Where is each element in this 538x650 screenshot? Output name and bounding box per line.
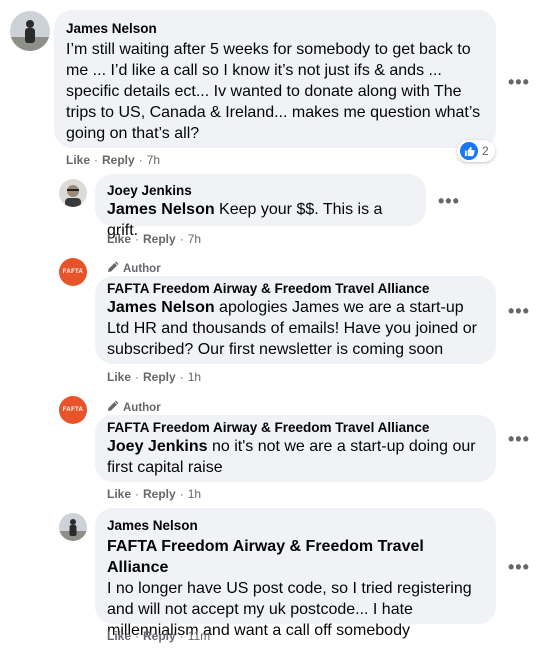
author-badge: Author [107,400,161,415]
reply-button[interactable]: Reply [143,370,176,384]
reply-bubble: James Nelson FAFTA Freedom Airway & Free… [95,508,496,639]
like-reaction-icon [460,142,478,160]
author-badge-label: Author [123,262,161,275]
mention[interactable]: Joey Jenkins [107,438,208,455]
pencil-icon [107,261,119,276]
more-options-icon[interactable]: ••• [508,557,530,578]
reply-timestamp[interactable]: 7h [188,232,201,246]
author-badge: Author [107,261,161,276]
reply-bubble: FAFTA Freedom Airway & Freedom Travel Al… [95,415,496,482]
comment-actions: Like · Reply · 7h [66,153,161,167]
reply-bubble: FAFTA Freedom Airway & Freedom Travel Al… [95,276,496,364]
mention[interactable]: FAFTA Freedom Airway & Freedom Travel Al… [107,536,484,578]
comment-timestamp[interactable]: 7h [147,153,160,167]
more-options-icon[interactable]: ••• [438,191,460,212]
reply-timestamp[interactable]: 1h [188,370,201,384]
reply-author[interactable]: James Nelson [107,517,484,534]
mention[interactable]: James Nelson [107,299,215,316]
reply-button[interactable]: Reply [143,232,176,246]
like-button[interactable]: Like [107,370,131,384]
reply-timestamp[interactable]: 1h [188,487,201,501]
reply-author[interactable]: FAFTA Freedom Airway & Freedom Travel Al… [107,280,484,297]
mention[interactable]: James Nelson [107,201,215,218]
more-options-icon[interactable]: ••• [508,72,530,93]
like-button[interactable]: Like [107,232,131,246]
reply-timestamp[interactable]: 11m [188,629,210,643]
comment-author[interactable]: James Nelson [66,20,484,37]
reply-button[interactable]: Reply [102,153,135,167]
avatar-fafta[interactable]: FAFTA [59,396,87,424]
avatar-james-nelson[interactable] [59,513,87,541]
reply-text: Joey Jenkins no it's not we are a start-… [107,438,476,476]
reply-actions: Like · Reply · 1h [107,487,202,501]
author-badge-label: Author [123,401,161,414]
more-options-icon[interactable]: ••• [508,429,530,450]
reply-button[interactable]: Reply [143,629,176,643]
reply-button[interactable]: Reply [143,487,176,501]
avatar-james-nelson[interactable] [10,11,50,51]
reply-actions: Like · Reply · 11m [107,629,211,643]
reply-author[interactable]: FAFTA Freedom Airway & Freedom Travel Al… [107,419,484,436]
more-options-icon[interactable]: ••• [508,301,530,322]
pencil-icon [107,400,119,415]
reply-actions: Like · Reply · 1h [107,370,202,384]
like-button[interactable]: Like [66,153,90,167]
comment-bubble: James Nelson I’m still waiting after 5 w… [54,10,496,148]
reply-text: James Nelson apologies James we are a st… [107,299,477,358]
avatar-joey-jenkins[interactable] [59,179,87,207]
avatar-fafta[interactable]: FAFTA [59,258,87,286]
like-button[interactable]: Like [107,487,131,501]
reply-actions: Like · Reply · 7h [107,232,202,246]
reply-bubble: Joey Jenkins James Nelson Keep your $$. … [95,174,426,239]
comment-text: I’m still waiting after 5 weeks for some… [66,41,481,142]
reaction-summary[interactable]: 2 [457,140,495,162]
reaction-count: 2 [482,144,489,158]
reply-author[interactable]: Joey Jenkins [107,182,414,199]
like-button[interactable]: Like [107,629,131,643]
